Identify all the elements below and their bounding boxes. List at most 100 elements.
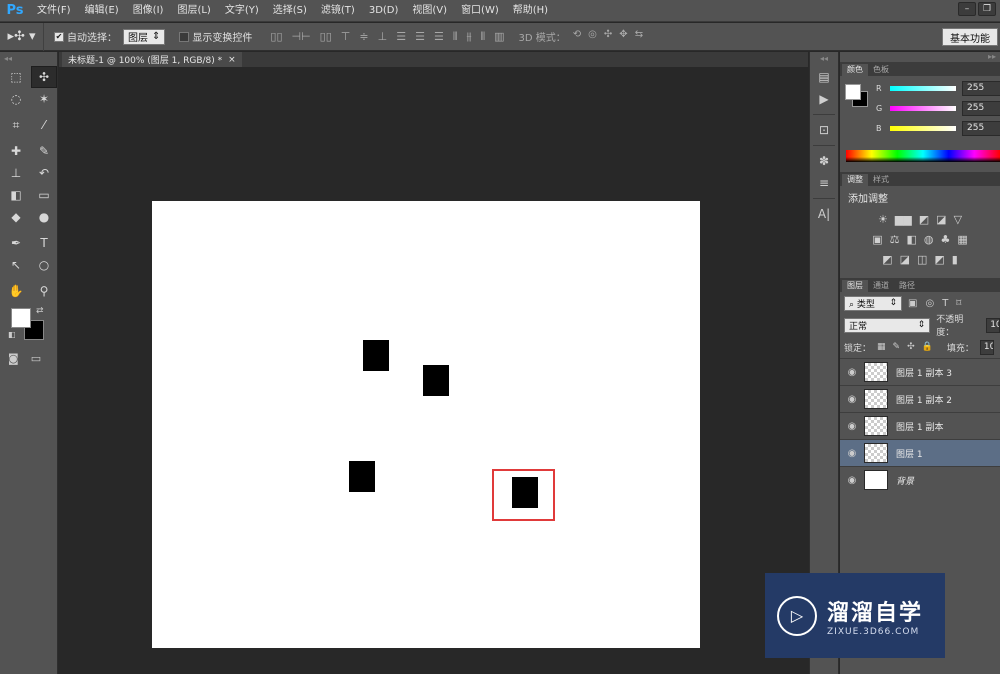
layer-filter-icon[interactable]: ⌑	[956, 298, 961, 309]
adjustment-icon[interactable]: ◪	[900, 253, 910, 266]
fill-field[interactable]: 100%	[979, 339, 994, 355]
blue-channel-slider[interactable]	[890, 126, 956, 131]
blend-mode-dropdown[interactable]: 正常 ⇕	[844, 317, 931, 333]
green-channel-slider[interactable]	[890, 106, 956, 111]
restore-button[interactable]: ❐	[978, 2, 996, 16]
align-icon[interactable]: ▥	[494, 30, 504, 44]
foreground-color-swatch[interactable]	[11, 308, 31, 328]
lock-icon[interactable]: ▦	[877, 342, 886, 352]
align-icon[interactable]: ⊣⊢	[292, 30, 311, 44]
adjustment-icon[interactable]: ▣	[872, 233, 882, 246]
clone-stamp-tool-icon[interactable]: ⊥	[3, 162, 29, 184]
align-icon[interactable]: ⊤	[341, 30, 351, 44]
lasso-tool-icon[interactable]: ◌	[3, 88, 29, 110]
eye-icon[interactable]: ◉	[840, 448, 864, 459]
default-colors-icon[interactable]: ◧	[8, 330, 16, 339]
adjustment-icon[interactable]: ♣	[941, 233, 951, 246]
path-selection-tool-icon[interactable]: ↖	[3, 254, 29, 276]
adjustment-icon[interactable]: ☀	[878, 213, 888, 226]
show-transform-option[interactable]: ✔ 显示变换控件	[179, 29, 252, 44]
gradient-tool-icon[interactable]: ▭	[31, 184, 57, 206]
auto-select-checkbox[interactable]: ✔	[54, 31, 64, 42]
tab-channels[interactable]: 通道	[868, 280, 894, 292]
blue-channel-value[interactable]: 255	[962, 121, 1000, 136]
menu-item[interactable]: 图层(L)	[170, 0, 217, 22]
brush-presets-icon[interactable]: ✽	[810, 150, 838, 172]
history-brush-tool-icon[interactable]: ↶	[31, 162, 57, 184]
auto-select-option[interactable]: ✔ 自动选择：	[54, 29, 117, 44]
layer-filter-icon[interactable]: T	[942, 298, 948, 309]
dodge-tool-icon[interactable]: ●	[31, 206, 57, 228]
close-icon[interactable]: ×	[228, 55, 236, 65]
quick-mask-icon[interactable]: ◙	[8, 352, 19, 365]
adjustment-icon[interactable]: ◩	[934, 253, 944, 266]
actions-play-icon[interactable]: ▶	[810, 88, 838, 110]
toolbox-collapse-icon[interactable]: ◂◂	[0, 52, 57, 66]
adjustment-icon[interactable]: ◪	[936, 213, 946, 226]
menu-item[interactable]: 文件(F)	[30, 0, 78, 22]
hand-tool-icon[interactable]: ✋	[3, 280, 29, 302]
eraser-tool-icon[interactable]: ◧	[3, 184, 29, 206]
black-rectangle-shape[interactable]	[349, 461, 375, 492]
3d-mode-icon[interactable]: ⇆	[635, 29, 643, 44]
menu-item[interactable]: 文字(Y)	[218, 0, 266, 22]
adjustment-icon[interactable]: ⚖	[890, 233, 900, 246]
tab-adjustments[interactable]: 调整	[842, 174, 868, 186]
red-channel-slider[interactable]	[890, 86, 956, 91]
adjustment-icon[interactable]: ◫	[917, 253, 927, 266]
layer-row[interactable]: ◉ 图层 1 副本 2	[840, 385, 1000, 412]
menu-item[interactable]: 帮助(H)	[506, 0, 555, 22]
color-spectrum-ramp[interactable]	[846, 150, 1000, 162]
shape-tool-icon[interactable]: ○	[31, 254, 57, 276]
auto-select-target-dropdown[interactable]: 图层 ⇕	[123, 28, 166, 45]
align-icon[interactable]: ▯▯	[320, 30, 332, 44]
adjustment-icon[interactable]: ▽	[954, 213, 962, 226]
eye-icon[interactable]: ◉	[840, 367, 864, 378]
lock-icon[interactable]: ✎	[893, 342, 901, 352]
3d-mode-icon[interactable]: ◎	[588, 29, 597, 44]
character-icon[interactable]: A|	[810, 203, 838, 225]
document-tab[interactable]: 未标题-1 @ 100% (图层 1, RGB/8) * ×	[62, 52, 242, 67]
menu-item[interactable]: 选择(S)	[266, 0, 314, 22]
show-transform-checkbox[interactable]: ✔	[179, 31, 190, 42]
adjustment-icon[interactable]: ▆▆	[895, 213, 912, 226]
tab-paths[interactable]: 路径	[894, 280, 920, 292]
eyedropper-tool-icon[interactable]: ⁄	[31, 114, 57, 136]
align-icon[interactable]: ☰	[396, 30, 406, 44]
red-channel-value[interactable]: 255	[962, 81, 1000, 96]
tab-swatches[interactable]: 色板	[868, 64, 894, 76]
3d-mode-icon[interactable]: ✥	[619, 29, 627, 44]
black-rectangle-shape[interactable]	[363, 340, 389, 371]
align-icon[interactable]: ▯▯	[270, 30, 282, 44]
menu-item[interactable]: 图像(I)	[126, 0, 171, 22]
workspace-switcher-button[interactable]: 基本功能	[942, 28, 998, 46]
eye-icon[interactable]: ◉	[840, 394, 864, 405]
menu-item[interactable]: 窗口(W)	[454, 0, 506, 22]
green-channel-value[interactable]: 255	[962, 101, 1000, 116]
layer-row[interactable]: ◉ 图层 1 副本 3	[840, 358, 1000, 385]
brush-tool-icon[interactable]: ✎	[31, 140, 57, 162]
screen-mode-icon[interactable]: ▭	[31, 352, 41, 365]
align-icon[interactable]: ☰	[434, 30, 444, 44]
menu-item[interactable]: 视图(V)	[405, 0, 454, 22]
menu-item[interactable]: 编辑(E)	[78, 0, 126, 22]
layer-filter-icon[interactable]: ◎	[925, 298, 934, 309]
align-icon[interactable]: ☰	[415, 30, 425, 44]
black-rectangle-shape[interactable]	[423, 365, 449, 396]
layer-filter-dropdown[interactable]: ⌕ 类型 ⇕	[844, 295, 902, 311]
adjustment-icon[interactable]: ◩	[919, 213, 929, 226]
eye-icon[interactable]: ◉	[840, 475, 864, 486]
swap-colors-icon[interactable]: ⇄	[36, 306, 44, 316]
adjustment-icon[interactable]: ▮	[952, 253, 958, 266]
color-panel-foreground-swatch[interactable]	[845, 84, 861, 100]
move-tool-icon[interactable]: ✣	[31, 66, 57, 88]
lock-icon[interactable]: 🔒	[922, 342, 933, 352]
minimize-button[interactable]: –	[958, 2, 976, 16]
layer-row[interactable]: ◉ 图层 1 副本	[840, 412, 1000, 439]
3d-mode-icon[interactable]: ✣	[604, 29, 612, 44]
align-icon[interactable]: ⊥	[378, 30, 388, 44]
menu-item[interactable]: 3D(D)	[362, 0, 406, 22]
healing-brush-tool-icon[interactable]: ✚	[3, 140, 29, 162]
type-tool-icon[interactable]: T	[31, 232, 57, 254]
tab-styles[interactable]: 样式	[868, 174, 894, 186]
